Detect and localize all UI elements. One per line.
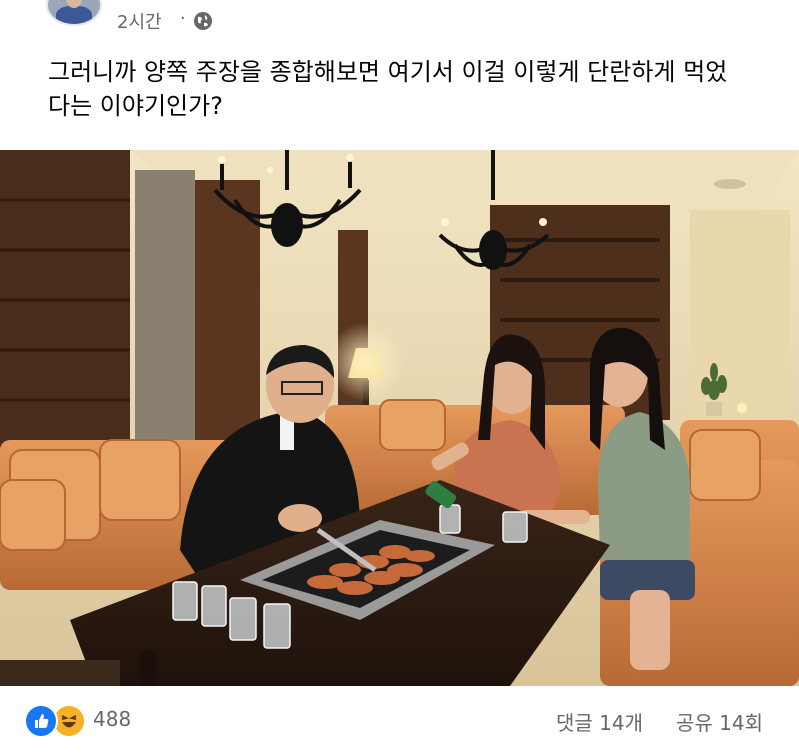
- avatar-shirt: [56, 6, 92, 24]
- ceiling-light: [714, 179, 746, 189]
- floor: [0, 660, 120, 686]
- lamp-glow: [326, 322, 406, 402]
- avatar[interactable]: [48, 0, 100, 24]
- plant-pot: [706, 402, 722, 416]
- post-photo[interactable]: [0, 150, 799, 686]
- like-icon[interactable]: [24, 704, 58, 738]
- textured-column: [135, 170, 195, 450]
- share-count[interactable]: 공유 14회: [676, 707, 763, 736]
- candle: [737, 403, 747, 413]
- table-leg: [140, 650, 156, 686]
- post-text: 그러니까 양쪽 주장을 종합해보면 여기서 이걸 이렇게 단란하게 먹었다는 이…: [48, 58, 728, 120]
- comment-count[interactable]: 댓글 14개: [556, 707, 643, 736]
- globe-icon[interactable]: [193, 11, 213, 31]
- post-header: 2시간 ·: [0, 0, 799, 40]
- post-timestamp[interactable]: 2시간: [117, 8, 162, 34]
- reaction-count[interactable]: 488: [93, 707, 131, 731]
- separator-dot: ·: [180, 8, 186, 29]
